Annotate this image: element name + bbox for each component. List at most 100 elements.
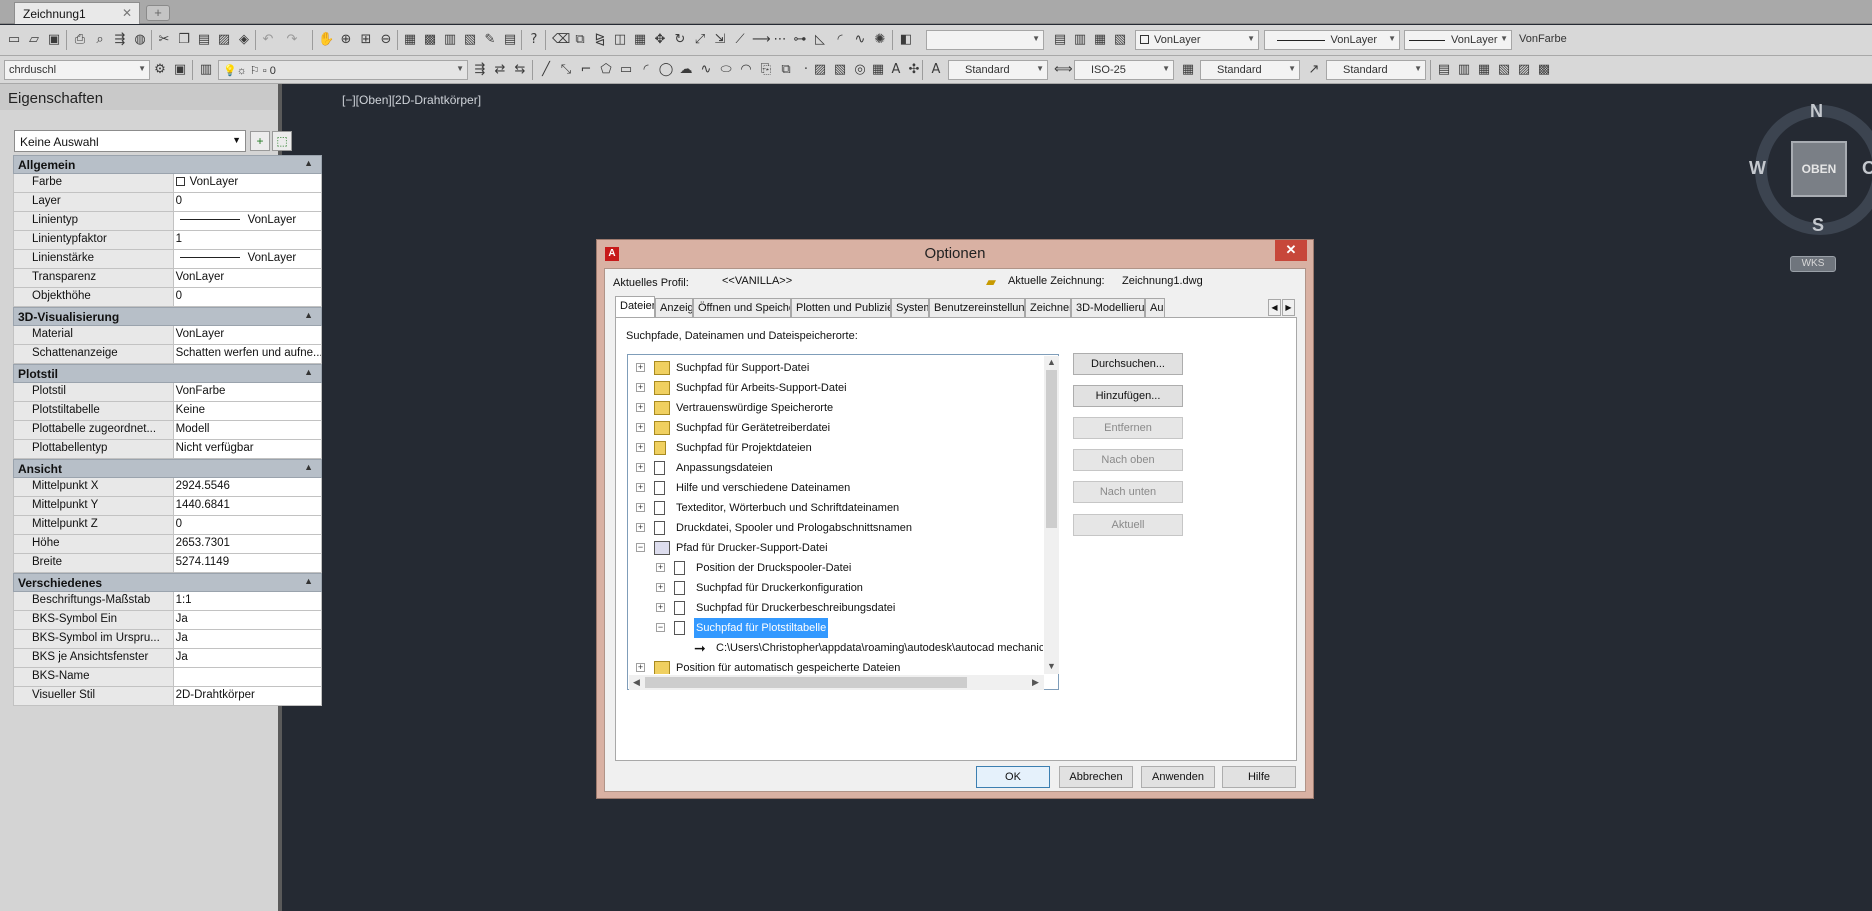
compass-north[interactable]: N (1810, 101, 1823, 122)
text-style-combo[interactable]: Standard ▼ (948, 60, 1048, 80)
property-row[interactable]: BKS-Symbol Ein Ja (13, 611, 322, 630)
options-tab[interactable]: Öffnen und Speichern (693, 298, 791, 318)
ellipse-icon[interactable]: ⬭ (718, 62, 734, 78)
property-value[interactable]: 1:1 (173, 592, 322, 611)
property-value[interactable] (173, 668, 322, 687)
property-row[interactable]: BKS je Ansichtsfenster Ja (13, 649, 322, 668)
cut-icon[interactable]: ✂ (156, 32, 172, 48)
property-value[interactable]: Keine (173, 402, 322, 421)
tree-node[interactable]: + Druckdatei, Spooler und Prologabschnitt… (628, 518, 1043, 538)
layer-properties-icon[interactable]: ◧ (898, 32, 914, 48)
property-value[interactable]: Modell (173, 421, 322, 440)
ellipse-arc-icon[interactable]: ◠ (738, 62, 754, 78)
tree-node[interactable]: + Texteditor, Wörterbuch und Schriftdatei… (628, 498, 1043, 518)
property-row[interactable]: Material VonLayer (13, 326, 322, 345)
layer-tool-1-icon[interactable]: ▤ (1052, 32, 1068, 48)
property-value[interactable]: 0 (173, 516, 322, 535)
chamfer-icon[interactable]: ◺ (812, 32, 828, 48)
blend-icon[interactable]: ∿ (852, 32, 868, 48)
arc-icon[interactable]: ◜ (638, 62, 654, 78)
property-value[interactable]: Ja (173, 630, 322, 649)
move-up-button[interactable]: Nach oben (1073, 449, 1183, 471)
property-row[interactable]: Beschriftungs-Maßstab 1:1 (13, 592, 322, 611)
property-value[interactable]: VonLayer (173, 250, 322, 269)
add-selected-icon[interactable]: ✣ (906, 62, 922, 78)
insert-block-icon[interactable]: ⎘ (758, 62, 774, 78)
collapse-icon[interactable]: ▲ (304, 158, 313, 168)
expand-icon[interactable]: + (656, 583, 665, 592)
undo-icon[interactable]: ↶ (260, 32, 276, 48)
property-value[interactable]: VonFarbe (173, 383, 322, 402)
property-row[interactable]: Breite 5274.1149 (13, 554, 322, 573)
layer-combo[interactable]: 💡☼ ⚐ ▫ 0 ▼ (218, 60, 468, 80)
expand-icon[interactable]: + (636, 663, 645, 672)
expand-icon[interactable]: + (636, 423, 645, 432)
redo-icon[interactable]: ↷ (284, 32, 300, 48)
property-row[interactable]: Layer 0 (13, 193, 322, 212)
search-path-tree[interactable]: + Suchpfad für Support-Datei + Suchpfad für… (627, 354, 1059, 690)
expand-icon[interactable]: + (656, 563, 665, 572)
calculator-icon[interactable]: ▤ (502, 32, 518, 48)
selection-dropdown[interactable]: Keine Auswahl ▼ (14, 130, 246, 152)
table-icon[interactable]: ▦ (870, 62, 886, 78)
layer-tool-4-icon[interactable]: ▧ (1112, 32, 1128, 48)
pan-icon[interactable]: ✋ (318, 32, 334, 48)
block-editor-icon[interactable]: ◈ (236, 32, 252, 48)
options-tab[interactable]: Zeichnen (1025, 298, 1071, 318)
close-icon[interactable]: ✕ (1275, 240, 1307, 261)
select-objects-icon[interactable]: ⬚ (272, 131, 292, 151)
property-value[interactable]: VonLayer (173, 326, 322, 345)
property-row[interactable]: Mittelpunkt X 2924.5546 (13, 478, 322, 497)
horizontal-scroll-thumb[interactable] (645, 677, 967, 688)
help-icon[interactable]: ? (526, 32, 542, 48)
viewport-tool-5-icon[interactable]: ▨ (1516, 62, 1532, 78)
tree-node[interactable]: − Pfad für Drucker-Support-Datei (628, 538, 1043, 558)
mleader-style-combo[interactable]: Standard ▼ (1326, 60, 1426, 80)
table-style-combo[interactable]: Standard ▼ (1200, 60, 1300, 80)
layer-state-icon[interactable]: ⇆ (512, 62, 528, 78)
offset-icon[interactable]: ◫ (612, 32, 628, 48)
tree-horizontal-scrollbar[interactable]: ◀ ▶ (629, 675, 1044, 690)
expand-icon[interactable]: + (636, 483, 645, 492)
collapse-icon[interactable]: − (656, 623, 665, 632)
match-properties-icon[interactable]: ▨ (216, 32, 232, 48)
property-value[interactable]: 5274.1149 (173, 554, 322, 573)
add-button[interactable]: Hinzufügen... (1073, 385, 1183, 407)
property-row[interactable]: Plottabelle zugeordnet... Modell (13, 421, 322, 440)
collapse-icon[interactable]: − (636, 543, 645, 552)
tree-node[interactable]: + Position der Druckspooler-Datei (628, 558, 1043, 578)
make-current-icon[interactable]: ⇶ (472, 62, 488, 78)
vertical-scroll-thumb[interactable] (1046, 370, 1057, 528)
array-icon[interactable]: ▦ (632, 32, 648, 48)
property-row[interactable]: Objekthöhe 0 (13, 288, 322, 307)
category-header[interactable]: Ansicht ▲ (13, 459, 322, 478)
viewport-tool-1-icon[interactable]: ▤ (1436, 62, 1452, 78)
polygon-icon[interactable]: ⬠ (598, 62, 614, 78)
dim-style-icon[interactable]: ⟺ (1054, 62, 1073, 78)
tree-node[interactable]: + Hilfe und verschiedene Dateinamen (628, 478, 1043, 498)
rotate-icon[interactable]: ↻ (672, 32, 688, 48)
expand-icon[interactable]: + (636, 503, 645, 512)
property-value[interactable]: 1 (173, 231, 322, 250)
cancel-button[interactable]: Abbrechen (1059, 766, 1133, 788)
layer-tool-3-icon[interactable]: ▦ (1092, 32, 1108, 48)
move-down-button[interactable]: Nach unten (1073, 481, 1183, 503)
collapse-icon[interactable]: ▲ (304, 576, 313, 586)
property-row[interactable]: Plotstiltabelle Keine (13, 402, 322, 421)
tab-scroll-right-icon[interactable]: ▶ (1282, 299, 1295, 316)
property-row[interactable]: Linienstärke VonLayer (13, 250, 322, 269)
viewport-tool-2-icon[interactable]: ▥ (1456, 62, 1472, 78)
design-center-icon[interactable]: ▩ (422, 32, 438, 48)
viewport-tool-4-icon[interactable]: ▧ (1496, 62, 1512, 78)
property-row[interactable]: Linientypfaktor 1 (13, 231, 322, 250)
workspace-save-icon[interactable]: ▣ (172, 62, 188, 78)
erase-icon[interactable]: ⌫ (552, 32, 570, 48)
publish-icon[interactable]: ⇶ (112, 32, 128, 48)
xline-icon[interactable]: ⤡ (558, 62, 574, 78)
rectangle-icon[interactable]: ▭ (618, 62, 634, 78)
tree-node[interactable]: + Suchpfad für Support-Datei (628, 358, 1043, 378)
empty-combo[interactable]: ▼ (926, 30, 1044, 50)
plotstyle-combo[interactable]: VonFarbe (1515, 30, 1569, 50)
spline-icon[interactable]: ∿ (698, 62, 714, 78)
mtext-icon[interactable]: A (888, 62, 904, 78)
